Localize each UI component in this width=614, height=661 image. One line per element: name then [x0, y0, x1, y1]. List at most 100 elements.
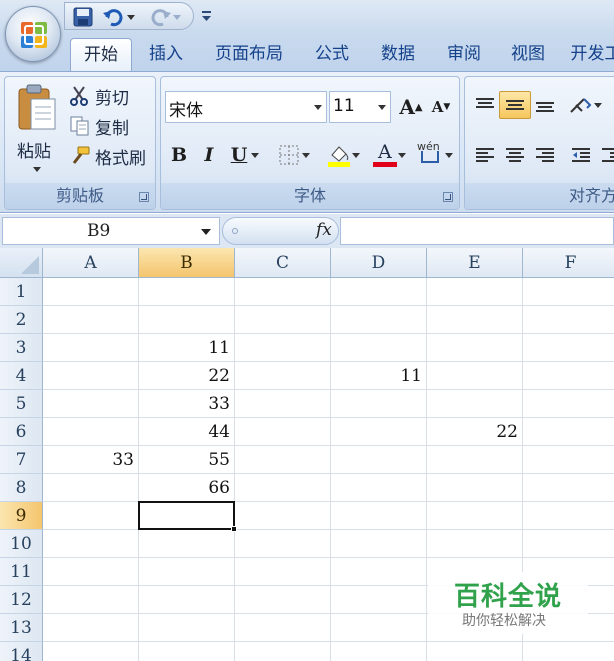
cell-a11[interactable]	[43, 558, 139, 586]
fill-color-button[interactable]	[321, 141, 365, 169]
row-header-1[interactable]: 1	[0, 278, 43, 306]
cell-e10[interactable]	[427, 530, 523, 558]
formula-input[interactable]	[340, 217, 614, 245]
tab-view[interactable]: 视图	[502, 38, 554, 72]
cell-f6[interactable]	[523, 418, 614, 446]
cell-b3[interactable]: 11	[139, 334, 235, 362]
orientation-button[interactable]	[563, 91, 607, 119]
column-header-f[interactable]: F	[523, 248, 614, 278]
splitter-handle-icon[interactable]	[232, 228, 238, 234]
save-button[interactable]	[71, 6, 95, 28]
row-header-3[interactable]: 3	[0, 334, 43, 362]
cell-c8[interactable]	[235, 474, 331, 502]
cell-b9[interactable]	[139, 502, 235, 530]
cell-c5[interactable]	[235, 390, 331, 418]
cell-e1[interactable]	[427, 278, 523, 306]
row-header-6[interactable]: 6	[0, 418, 43, 446]
cell-a1[interactable]	[43, 278, 139, 306]
cell-f5[interactable]	[523, 390, 614, 418]
cell-a10[interactable]	[43, 530, 139, 558]
align-middle-button[interactable]	[499, 91, 531, 119]
cell-b4[interactable]: 22	[139, 362, 235, 390]
decrease-indent-button[interactable]	[565, 141, 597, 169]
cell-c14[interactable]	[235, 642, 331, 661]
row-header-11[interactable]: 11	[0, 558, 43, 586]
cell-d3[interactable]	[331, 334, 427, 362]
column-header-e[interactable]: E	[427, 248, 523, 278]
cell-e2[interactable]	[427, 306, 523, 334]
font-name-select[interactable]: 宋体	[165, 91, 327, 123]
row-header-2[interactable]: 2	[0, 306, 43, 334]
tab-review[interactable]: 审阅	[438, 38, 490, 72]
cell-c13[interactable]	[235, 614, 331, 642]
cell-c3[interactable]	[235, 334, 331, 362]
cell-a5[interactable]	[43, 390, 139, 418]
font-size-select[interactable]: 11	[329, 91, 391, 123]
cell-b1[interactable]	[139, 278, 235, 306]
cell-b13[interactable]	[139, 614, 235, 642]
cell-e3[interactable]	[427, 334, 523, 362]
cell-a4[interactable]	[43, 362, 139, 390]
shrink-font-button[interactable]: A ▼	[425, 93, 457, 121]
fill-handle[interactable]	[231, 526, 237, 532]
row-header-9[interactable]: 9	[0, 502, 43, 530]
row-header-7[interactable]: 7	[0, 446, 43, 474]
customize-quick-access-icon[interactable]	[200, 7, 214, 25]
row-header-10[interactable]: 10	[0, 530, 43, 558]
cell-d1[interactable]	[331, 278, 427, 306]
clipboard-dialog-launcher-icon[interactable]	[139, 192, 149, 202]
cell-e7[interactable]	[427, 446, 523, 474]
font-dialog-launcher-icon[interactable]	[443, 192, 453, 202]
cell-f7[interactable]	[523, 446, 614, 474]
cell-a3[interactable]	[43, 334, 139, 362]
cell-b5[interactable]: 33	[139, 390, 235, 418]
cell-f14[interactable]	[523, 642, 614, 661]
cell-e4[interactable]	[427, 362, 523, 390]
borders-button[interactable]	[273, 141, 315, 169]
cell-d12[interactable]	[331, 586, 427, 614]
cell-b12[interactable]	[139, 586, 235, 614]
cell-d4[interactable]: 11	[331, 362, 427, 390]
cell-b7[interactable]: 55	[139, 446, 235, 474]
tab-formulas[interactable]: 公式	[306, 38, 358, 72]
column-header-b[interactable]: B	[139, 248, 235, 278]
cell-f4[interactable]	[523, 362, 614, 390]
cell-c12[interactable]	[235, 586, 331, 614]
align-right-button[interactable]	[529, 141, 561, 169]
tab-home[interactable]: 开始	[70, 38, 132, 72]
cell-f2[interactable]	[523, 306, 614, 334]
row-header-14[interactable]: 14	[0, 642, 43, 661]
office-button[interactable]	[5, 6, 61, 62]
paste-dropdown-icon[interactable]	[33, 167, 41, 172]
cell-c11[interactable]	[235, 558, 331, 586]
tab-developer[interactable]: 开发工	[568, 38, 614, 72]
cell-c9[interactable]	[235, 502, 331, 530]
cell-a6[interactable]	[43, 418, 139, 446]
cell-d8[interactable]	[331, 474, 427, 502]
cell-e5[interactable]	[427, 390, 523, 418]
cell-d9[interactable]	[331, 502, 427, 530]
select-all-button[interactable]	[0, 248, 43, 278]
cell-a2[interactable]	[43, 306, 139, 334]
cell-f8[interactable]	[523, 474, 614, 502]
increase-indent-button[interactable]	[595, 141, 614, 169]
cell-a13[interactable]	[43, 614, 139, 642]
cell-d13[interactable]	[331, 614, 427, 642]
tab-page-layout[interactable]: 页面布局	[206, 38, 292, 72]
cell-d11[interactable]	[331, 558, 427, 586]
bold-button[interactable]: B	[165, 141, 193, 169]
italic-button[interactable]: I	[195, 141, 223, 169]
cell-a14[interactable]	[43, 642, 139, 661]
column-header-c[interactable]: C	[235, 248, 331, 278]
cell-b8[interactable]: 66	[139, 474, 235, 502]
cell-d2[interactable]	[331, 306, 427, 334]
row-header-5[interactable]: 5	[0, 390, 43, 418]
cell-d7[interactable]	[331, 446, 427, 474]
cut-button[interactable]: 剪切	[67, 83, 155, 109]
column-header-d[interactable]: D	[331, 248, 427, 278]
cell-c1[interactable]	[235, 278, 331, 306]
cell-c7[interactable]	[235, 446, 331, 474]
underline-button[interactable]: U	[225, 141, 265, 169]
tab-insert[interactable]: 插入	[140, 38, 192, 72]
align-top-button[interactable]	[469, 91, 501, 119]
